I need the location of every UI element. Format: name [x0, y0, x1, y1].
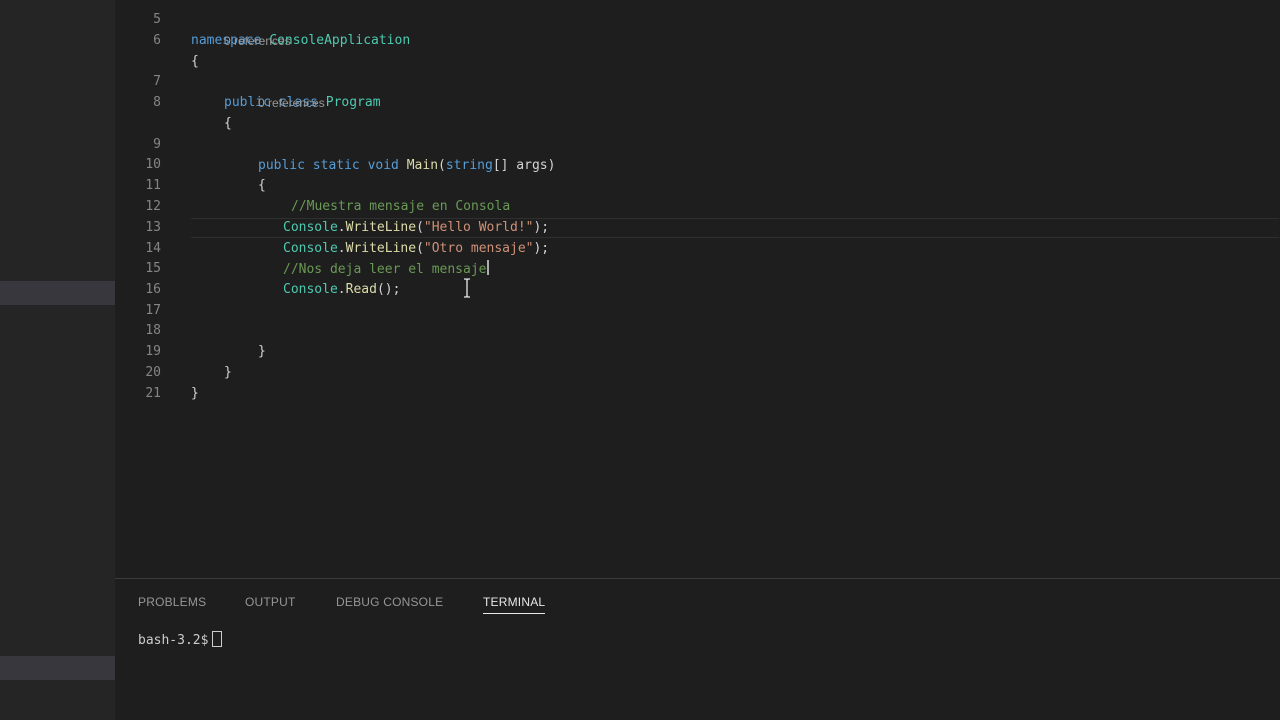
code-line-19[interactable]: 19 } — [115, 321, 1280, 380]
line-number: 8 — [153, 94, 161, 110]
bottom-panel: PROBLEMS OUTPUT DEBUG CONSOLE TERMINAL b… — [115, 578, 1280, 720]
code-line-13[interactable]: 13 Console.WriteLine("Otro mensaje"); — [115, 197, 1280, 256]
terminal-output[interactable]: bash-3.2$ — [138, 631, 223, 651]
text-ibeam-cursor-icon — [464, 278, 470, 298]
code-line-17[interactable]: 17 — [115, 280, 1280, 318]
code-line-21[interactable]: 21 — [115, 363, 1280, 401]
codelens-references[interactable]: 0 references — [224, 31, 291, 52]
brace: } — [191, 385, 199, 401]
class-name: Program — [325, 94, 381, 110]
code-line-5[interactable]: 5 namespace ConsoleApplication — [115, 0, 1280, 48]
code-line-15[interactable]: 15 Console.Read(); — [115, 238, 1280, 297]
tab-debug-console[interactable]: DEBUG CONSOLE — [336, 593, 443, 613]
code-editor[interactable]: 5 namespace ConsoleApplication 6 { 0 ref… — [115, 0, 1280, 578]
code-line-10[interactable]: 10 { — [115, 134, 1280, 193]
code-line-6[interactable]: 6 { — [115, 10, 1280, 69]
tab-problems[interactable]: PROBLEMS — [138, 593, 206, 613]
code-line-20[interactable]: 20 } — [115, 342, 1280, 401]
sidebar — [0, 0, 115, 720]
sidebar-selected-item-bottom[interactable] — [0, 656, 115, 680]
terminal-cursor — [212, 631, 223, 647]
code-line-12[interactable]: 12 Console.WriteLine("Hello World!"); — [115, 176, 1280, 235]
code-line-14[interactable]: 14 //Nos deja leer el mensaje — [115, 218, 1280, 277]
code-line-18[interactable]: 18 } — [115, 300, 1280, 359]
tab-terminal[interactable]: TERMINAL — [483, 593, 546, 614]
terminal-prompt: bash-3.2$ — [138, 633, 209, 648]
line-number: 6 — [153, 32, 161, 48]
sidebar-selected-item[interactable] — [0, 281, 115, 305]
panel-tab-bar: PROBLEMS OUTPUT DEBUG CONSOLE TERMINAL — [115, 579, 1280, 623]
tab-output[interactable]: OUTPUT — [245, 593, 296, 613]
code-line-7[interactable]: 7 public class Program — [115, 51, 1280, 110]
line-number: 21 — [145, 385, 161, 401]
code-line-9[interactable]: 9 public static void Main(string[] args) — [115, 114, 1280, 173]
code-line-16[interactable]: 16 — [115, 259, 1280, 297]
code-line-11[interactable]: 11 //Muestra mensaje en Consola — [115, 155, 1280, 214]
code-line-8[interactable]: 8 { — [115, 72, 1280, 131]
codelens-references[interactable]: 0 references — [258, 93, 325, 114]
